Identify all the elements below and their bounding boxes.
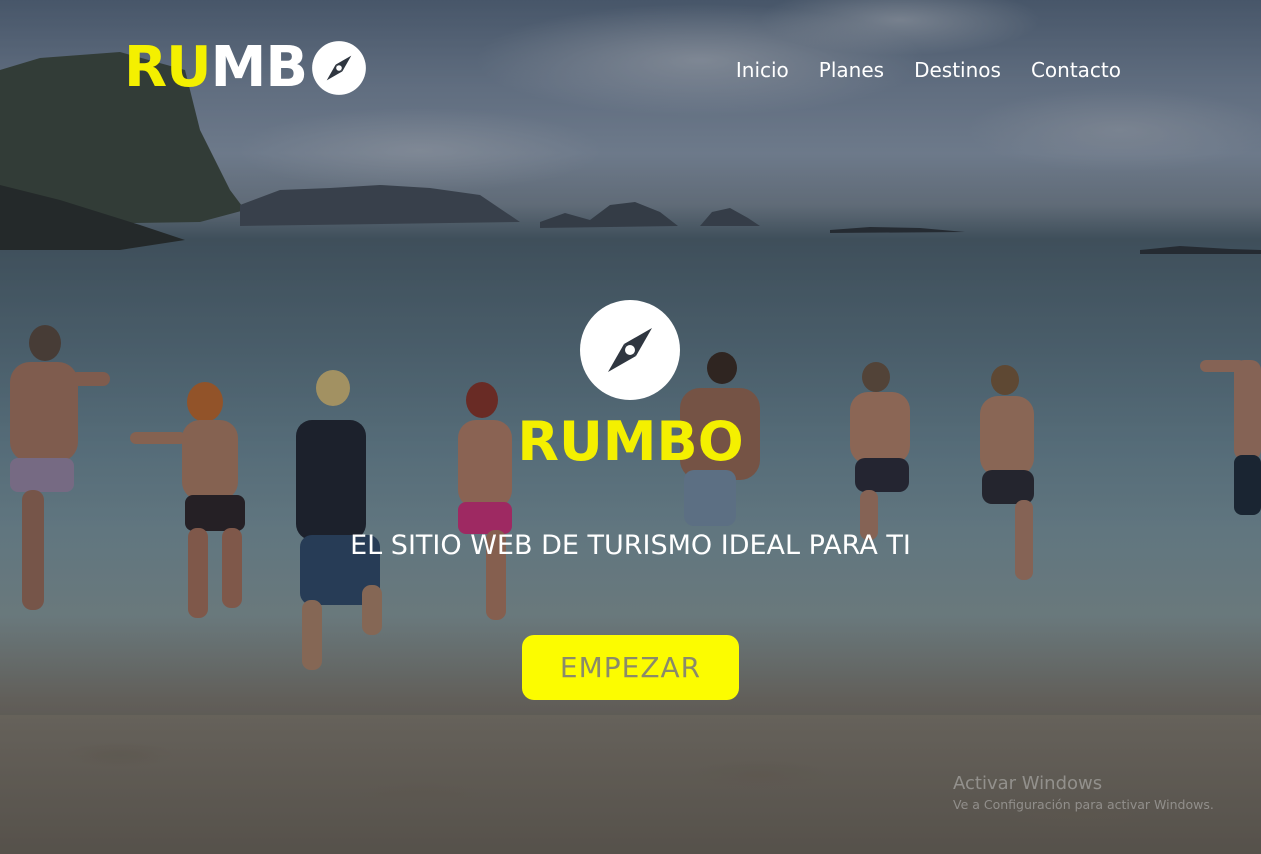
watermark-title: Activar Windows [953, 773, 1103, 794]
start-button[interactable]: EMPEZAR [522, 635, 739, 700]
logo-text-yellow: RU [124, 35, 212, 100]
compass-icon [312, 41, 366, 95]
hero-title: RUMBO [517, 410, 744, 473]
nav-link-inicio[interactable]: Inicio [736, 58, 789, 82]
compass-icon [580, 300, 680, 400]
logo-text-white: MB [210, 35, 308, 100]
windows-activation-watermark: Activar Windows Ve a Configuración para … [953, 773, 1214, 815]
site-logo[interactable]: RU MB [124, 38, 367, 98]
main-navigation: Inicio Planes Destinos Contacto [736, 58, 1121, 82]
hero-tagline: EL SITIO WEB DE TURISMO IDEAL PARA TI [350, 530, 911, 561]
nav-link-destinos[interactable]: Destinos [914, 58, 1001, 82]
nav-link-contacto[interactable]: Contacto [1031, 58, 1121, 82]
watermark-subtitle: Ve a Configuración para activar Windows. [953, 797, 1214, 812]
nav-link-planes[interactable]: Planes [819, 58, 884, 82]
